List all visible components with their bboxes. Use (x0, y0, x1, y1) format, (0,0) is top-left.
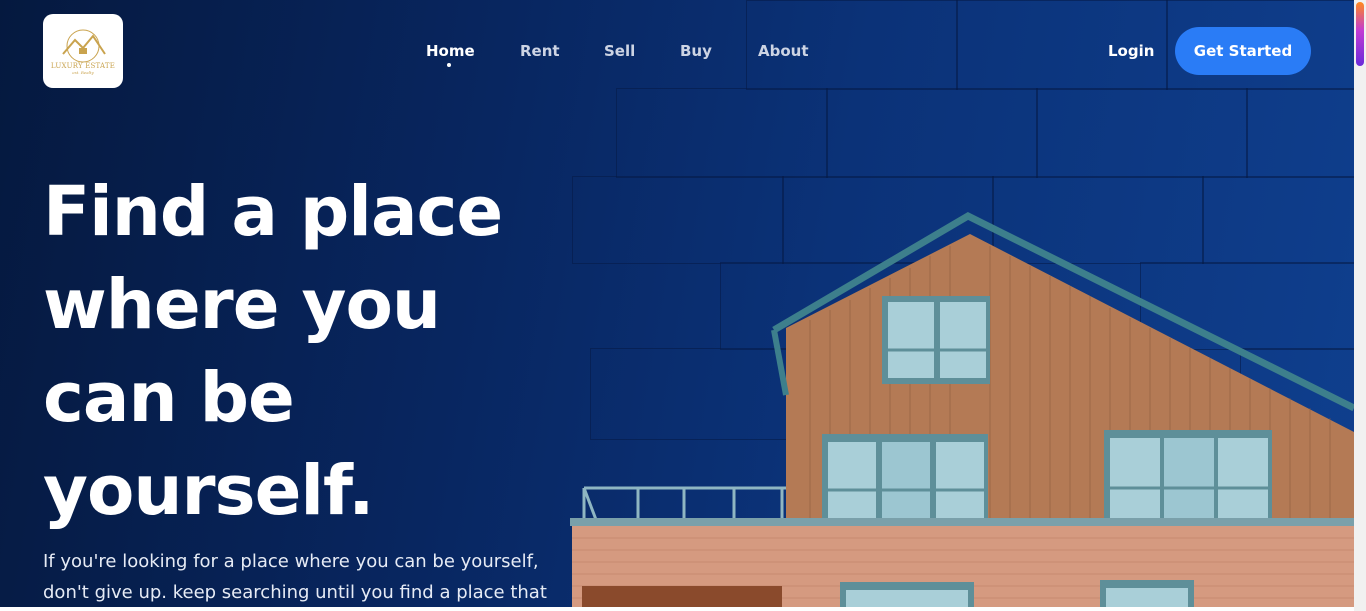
landing-page: LUXURY ESTATE est. Realty Home Rent Sell… (0, 0, 1354, 611)
house-logo-icon (62, 29, 106, 62)
nav-sell[interactable]: Sell (604, 42, 635, 60)
scrollbar-thumb[interactable] (1356, 2, 1364, 66)
nav-about[interactable]: About (758, 42, 809, 60)
nav-buy[interactable]: Buy (680, 42, 712, 60)
active-indicator (447, 63, 451, 67)
wall-panel (616, 88, 828, 178)
house-photo (570, 212, 1354, 611)
wall-panel (826, 88, 1038, 178)
get-started-button[interactable]: Get Started (1175, 27, 1311, 75)
nav-home[interactable]: Home (426, 42, 475, 60)
page-scrollbar[interactable] (1354, 0, 1366, 611)
wall-panel (1246, 88, 1354, 178)
hero-title: Find a place where you can be yourself. (43, 172, 503, 531)
wall-panel (1036, 88, 1248, 178)
logo-subtext: est. Realty (72, 69, 94, 75)
login-link[interactable]: Login (1108, 42, 1154, 60)
nav-rent[interactable]: Rent (520, 42, 560, 60)
floor-ledge (570, 518, 1354, 526)
page-bottom-strip (0, 607, 1354, 611)
logo-text: LUXURY ESTATE (50, 61, 116, 70)
site-logo[interactable]: LUXURY ESTATE est. Realty (43, 14, 123, 88)
hero-description: If you're looking for a place where you … (43, 551, 547, 603)
